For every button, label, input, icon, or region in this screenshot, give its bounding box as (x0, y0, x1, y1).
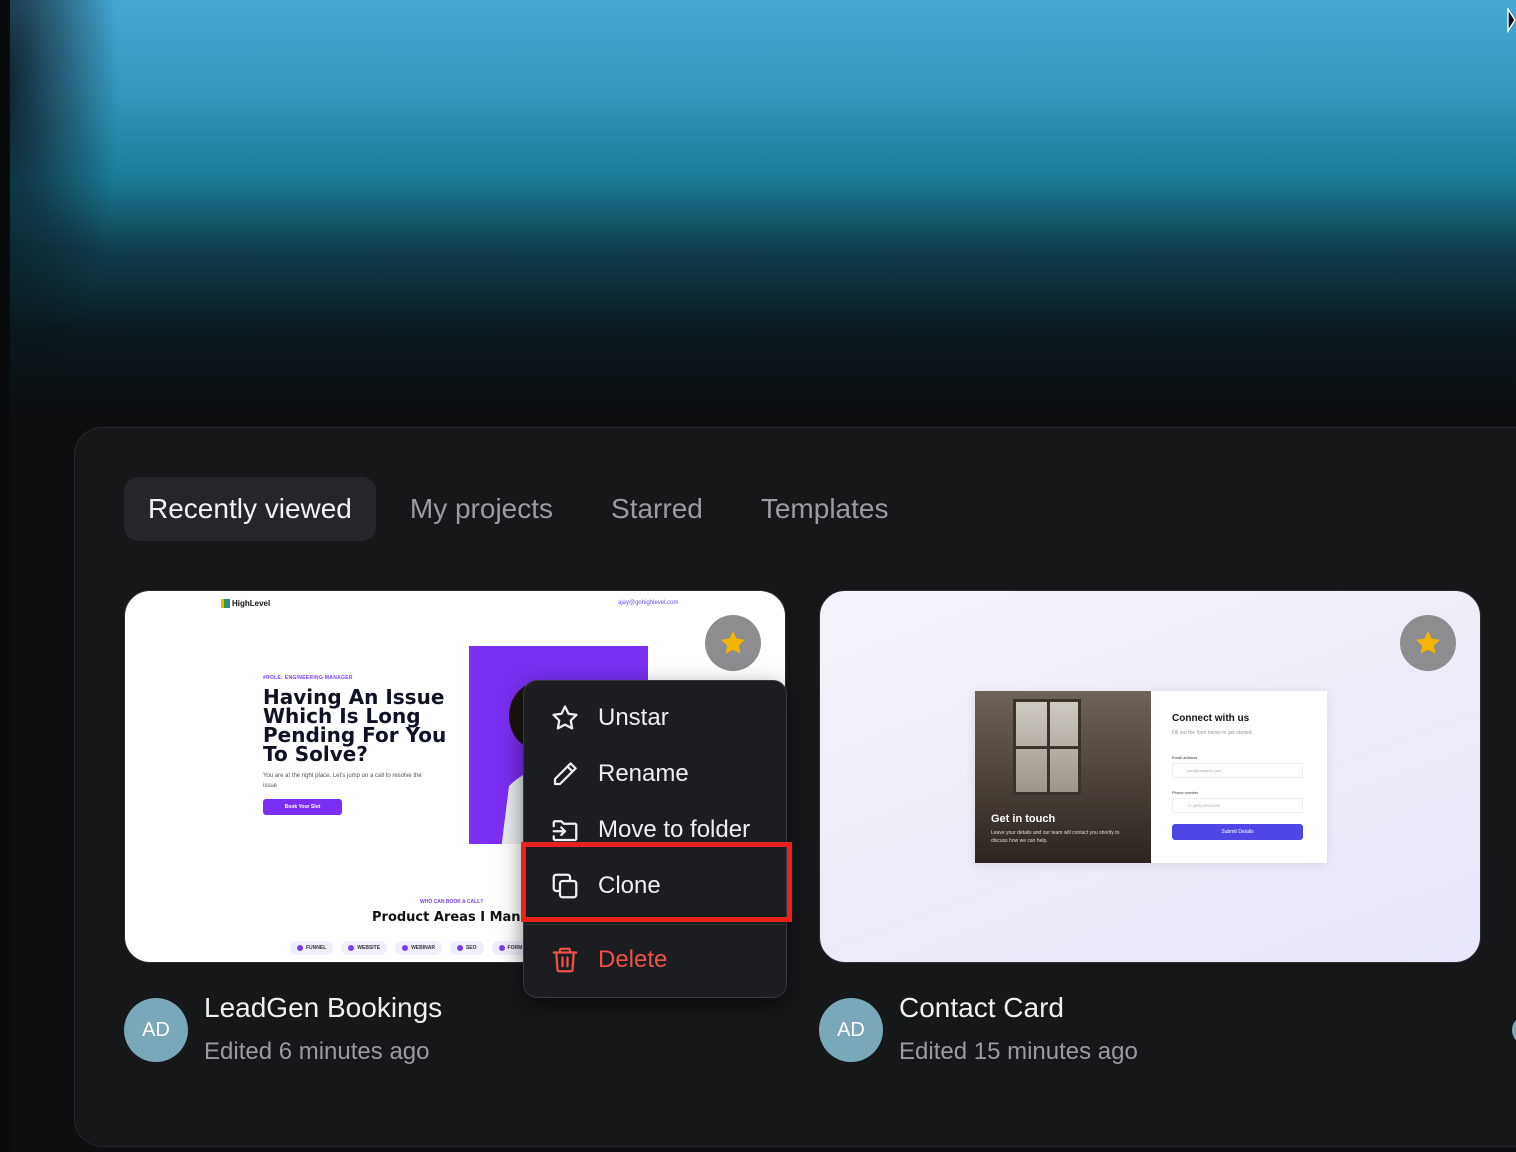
preview-image-title: Get in touch (991, 813, 1056, 825)
menu-item-unstar[interactable]: Unstar (524, 692, 786, 744)
preview-logo: HighLevel (221, 599, 270, 608)
tab-recently-viewed[interactable]: Recently viewed (124, 477, 376, 541)
preview-contact-form: Get in touch Leave your details and our … (975, 691, 1327, 863)
preview-headline: Having An Issue Which Is Long Pending Fo… (263, 685, 447, 766)
tab-templates[interactable]: Templates (737, 477, 913, 541)
preview-submit-button: Submit Details (1172, 824, 1303, 840)
preview-chips: FUNNEL WEBSITE WEBINAR SEO FORM (290, 941, 530, 955)
preview-chip: SEO (449, 941, 484, 955)
star-outline-icon (552, 705, 578, 730)
project-edited-time: Edited 15 minutes ago (899, 1038, 1138, 1065)
menu-item-label: Rename (598, 760, 689, 787)
folder-move-icon (552, 820, 578, 842)
menu-item-label: Unstar (598, 704, 669, 731)
star-toggle-button[interactable] (705, 615, 761, 671)
preview-email: ajay@gohighlevel.com (618, 600, 679, 606)
project-context-menu: Unstar Rename Move to folder Clone Delet… (523, 680, 787, 998)
preview-phone-input: +1 (555) 000-0000 (1172, 798, 1303, 813)
preview-phone-label: Phone number (1172, 790, 1199, 795)
menu-item-label: Delete (598, 946, 668, 973)
project-card-contact[interactable]: Get in touch Leave your details and our … (819, 590, 1481, 963)
hero-shadow (0, 0, 120, 430)
preview-subtext: You are at the right place. Let's jump o… (263, 773, 422, 789)
star-toggle-button[interactable] (1400, 615, 1456, 671)
star-filled-icon (1416, 631, 1440, 654)
preview-image-text: Leave your details and our team will con… (991, 830, 1120, 844)
highlevel-logo-icon (221, 599, 230, 608)
pencil-icon (553, 762, 577, 786)
preview-room-image: Get in touch Leave your details and our … (975, 691, 1151, 863)
avatar: AD (819, 998, 883, 1062)
project-meta-leadgen: AD LeadGen Bookings Edited 6 minutes ago (124, 990, 442, 1066)
tab-starred[interactable]: Starred (587, 477, 727, 541)
preview-chip: WEBINAR (395, 941, 442, 955)
project-tabs: Recently viewed My projects Starred Temp… (124, 477, 912, 541)
star-filled-icon (721, 631, 745, 654)
preview-email-label: Email address (1172, 755, 1198, 760)
preview-form-title: Connect with us (1172, 713, 1250, 724)
tab-my-projects[interactable]: My projects (386, 477, 577, 541)
mouse-cursor-icon (1507, 8, 1516, 34)
clone-highlight-box (521, 842, 792, 922)
preview-cta-button: Book Your Slot (263, 799, 342, 815)
left-edge (0, 0, 10, 1152)
menu-divider (524, 924, 786, 925)
preview-role: #ROLE: ENGINEERING MANAGER (263, 675, 353, 681)
preview-areas-heading: Product Areas I Mana (372, 910, 530, 925)
trash-icon (552, 947, 578, 973)
preview-logo-text: HighLevel (232, 599, 271, 608)
project-meta-contact: AD Contact Card Edited 15 minutes ago (819, 990, 1138, 1066)
preview-email-input: you@example.com (1172, 763, 1303, 778)
project-title[interactable]: Contact Card (899, 990, 1138, 1026)
preview-chip: WEBSITE (341, 941, 388, 955)
preview-who-label: WHO CAN BOOK A CALL? (420, 899, 484, 905)
menu-item-label: Move to folder (598, 816, 751, 843)
menu-item-rename[interactable]: Rename (524, 748, 786, 800)
project-title[interactable]: LeadGen Bookings (204, 990, 442, 1026)
preview-form-subtitle: Fill out the form below to get started. (1172, 730, 1253, 736)
menu-item-delete[interactable]: Delete (524, 934, 786, 986)
avatar: AD (124, 998, 188, 1062)
project-edited-time: Edited 6 minutes ago (204, 1038, 430, 1065)
preview-chip: FUNNEL (290, 941, 334, 955)
